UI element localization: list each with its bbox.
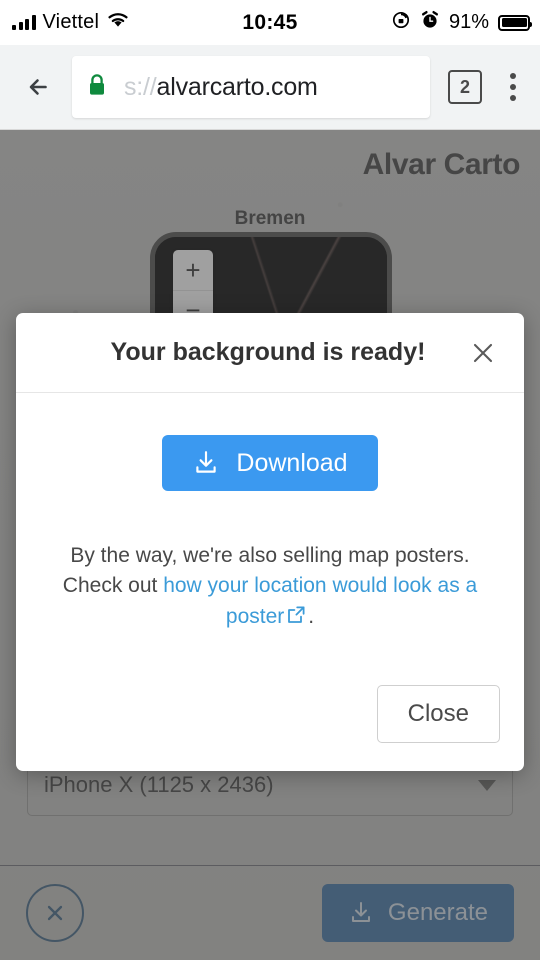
url-scheme: s://	[124, 72, 157, 101]
dialog-header: Your background is ready!	[16, 313, 524, 393]
lock-icon	[86, 72, 108, 103]
phone-screen: Viettel 10:45 91% s://alvarcarto.com 2 A…	[0, 0, 540, 960]
battery-icon	[498, 14, 532, 31]
promo-text: By the way, we're also selling map poste…	[40, 541, 500, 635]
download-button-wrapper: Download	[40, 435, 500, 491]
tab-switcher-button[interactable]: 2	[448, 70, 482, 104]
browser-toolbar: s://alvarcarto.com 2	[0, 45, 540, 130]
url-host: alvarcarto.com	[156, 72, 318, 101]
download-icon	[196, 451, 217, 473]
download-button-label: Download	[236, 448, 348, 477]
close-button[interactable]: Close	[376, 685, 500, 744]
dialog-title: Your background is ready!	[110, 338, 426, 366]
dialog-close-icon-button[interactable]	[466, 336, 500, 370]
external-link-icon[interactable]	[285, 604, 307, 635]
promo-suffix: .	[308, 604, 315, 628]
status-bar: Viettel 10:45 91%	[0, 0, 540, 45]
promo-line-2: Check out how your location would look a…	[40, 571, 500, 635]
battery-percent-label: 91%	[448, 11, 489, 33]
dialog-footer: Close	[16, 661, 524, 771]
alarm-clock-icon	[420, 10, 440, 36]
back-arrow-icon	[29, 79, 47, 95]
promo-line-1: By the way, we're also selling map poste…	[70, 544, 470, 567]
download-button[interactable]: Download	[162, 435, 378, 491]
background-ready-dialog: Your background is ready! Download By th	[16, 313, 524, 772]
url-text: s://alvarcarto.com	[124, 73, 318, 102]
close-icon	[473, 343, 493, 362]
poster-link[interactable]: how your location would look as a poster	[163, 574, 477, 627]
rotation-lock-icon	[391, 10, 411, 36]
overflow-menu-icon[interactable]	[498, 73, 528, 101]
back-button[interactable]	[12, 70, 68, 104]
promo-prefix: Check out	[62, 574, 164, 598]
address-bar[interactable]: s://alvarcarto.com	[72, 56, 430, 118]
status-bar-right: 91%	[391, 10, 540, 36]
tab-count-label: 2	[459, 76, 470, 97]
dialog-body: Download By the way, we're also selling …	[16, 393, 524, 661]
